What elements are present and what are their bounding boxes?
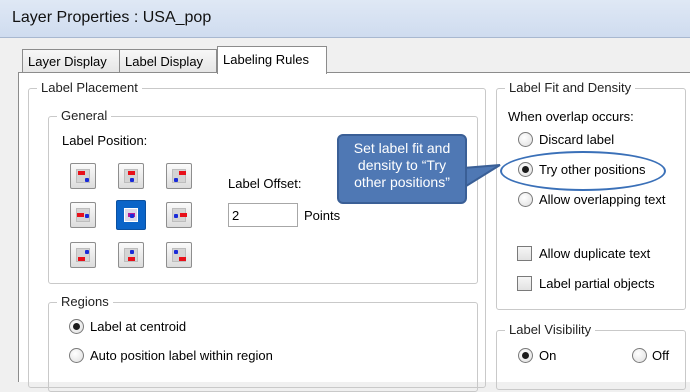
position-bottom-center-button[interactable]	[118, 242, 144, 268]
position-bottom-left-button[interactable]	[70, 242, 96, 268]
allow-duplicate-label: Allow duplicate text	[539, 246, 651, 261]
label-offset-label: Label Offset:	[228, 176, 302, 191]
label-at-centroid-radio[interactable]	[69, 319, 84, 334]
callout-line-1: Set label fit and	[353, 140, 451, 156]
allow-overlapping-label: Allow overlapping text	[539, 192, 666, 207]
position-center-button[interactable]	[116, 200, 146, 230]
callout-line-3: other positions”	[354, 174, 450, 190]
label-partial-checkbox[interactable]	[517, 276, 532, 291]
allow-duplicate-checkbox[interactable]	[517, 246, 532, 261]
label-position-label: Label Position:	[62, 133, 148, 148]
position-top-center-button[interactable]	[118, 163, 144, 189]
highlight-ellipse	[500, 151, 666, 191]
offset-unit-label: Points	[304, 208, 341, 223]
regions-group: Regions	[48, 294, 478, 392]
position-top-left-button[interactable]	[70, 163, 96, 189]
tab-labeling-rules[interactable]: Labeling Rules	[217, 46, 327, 74]
label-offset-input[interactable]	[228, 203, 298, 227]
window-title: Layer Properties : USA_pop	[12, 9, 212, 26]
discard-label-radio[interactable]	[518, 132, 533, 147]
tab-layer-display[interactable]: Layer Display	[22, 49, 120, 72]
position-bottom-right-button[interactable]	[166, 242, 192, 268]
title-bar: Layer Properties : USA_pop	[0, 0, 690, 38]
label-placement-legend: Label Placement	[37, 80, 142, 95]
label-at-centroid-label: Label at centroid	[90, 319, 187, 334]
tab-label-display[interactable]: Label Display	[119, 49, 217, 72]
auto-position-radio[interactable]	[69, 348, 84, 363]
visibility-off-label: Off	[652, 348, 670, 363]
regions-legend: Regions	[57, 294, 113, 309]
visibility-legend: Label Visibility	[505, 322, 596, 337]
callout-line-2: density to “Try	[357, 157, 447, 173]
label-partial-label: Label partial objects	[539, 276, 655, 291]
visibility-on-label: On	[539, 348, 557, 363]
position-top-right-button[interactable]	[166, 163, 192, 189]
callout-box: Set label fit and density to “Try other …	[337, 134, 467, 204]
position-middle-right-button[interactable]	[166, 202, 192, 228]
visibility-off-radio[interactable]	[632, 348, 647, 363]
general-legend: General	[57, 108, 112, 123]
auto-position-label: Auto position label within region	[90, 348, 273, 363]
visibility-on-radio[interactable]	[518, 348, 533, 363]
allow-overlapping-radio[interactable]	[518, 192, 533, 207]
overlap-heading: When overlap occurs:	[508, 109, 634, 124]
position-middle-left-button[interactable]	[70, 202, 96, 228]
discard-label-label: Discard label	[539, 132, 615, 147]
fit-density-legend: Label Fit and Density	[505, 80, 636, 95]
